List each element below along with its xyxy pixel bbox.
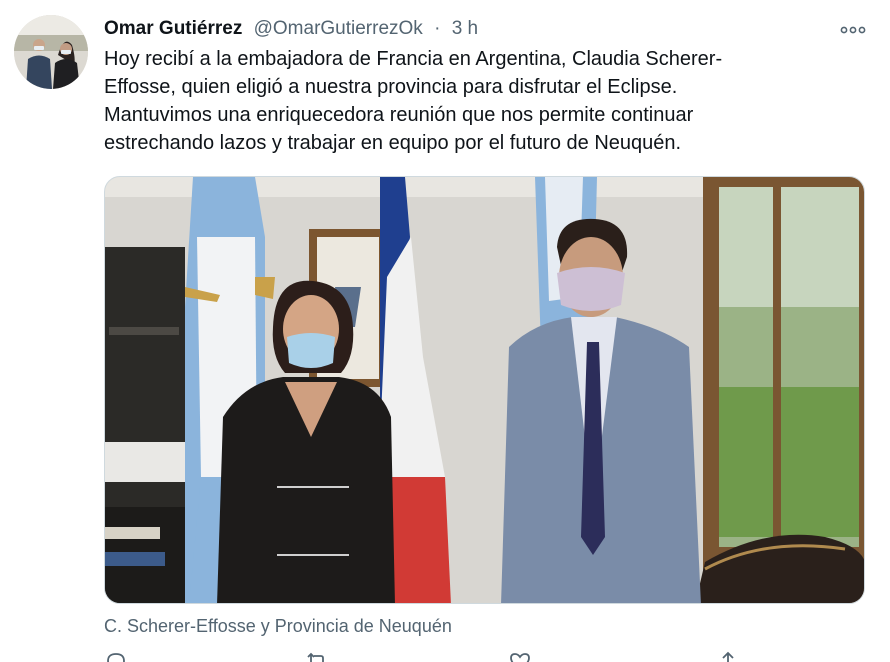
reply-button[interactable] <box>104 650 128 662</box>
author-handle[interactable]: @OmarGutierrezOk <box>254 18 423 39</box>
more-options-button[interactable] <box>838 18 868 42</box>
avatar-image <box>14 15 88 89</box>
tweet-text-line: Hoy recibí a la embajadora de Francia en… <box>104 48 723 70</box>
share-button[interactable] <box>716 650 740 662</box>
tweet-photo[interactable] <box>104 176 865 604</box>
retweet-button[interactable] <box>304 650 330 662</box>
tweet-text-line: Mantuvimos una enriquecedora reunión que… <box>104 104 694 126</box>
like-button[interactable] <box>508 650 532 662</box>
tweet-header: Omar Gutiérrez @OmarGutierrezOk · 3 h <box>104 14 478 44</box>
photo-image <box>105 177 864 603</box>
avatar[interactable] <box>14 15 88 89</box>
tweet-text: Hoy recibí a la embajadora de Francia en… <box>104 45 864 157</box>
tweet-text-line: estrechando lazos y trabajar en equipo p… <box>104 132 682 154</box>
tweet-text-line: Effosse, quien eligió a nuestra provinci… <box>104 76 678 98</box>
author-name[interactable]: Omar Gutiérrez <box>104 18 242 39</box>
heart-icon <box>510 653 530 662</box>
media-caption[interactable]: C. Scherer-Effosse y Provincia de Neuqué… <box>104 613 452 639</box>
more-horizontal-icon <box>840 26 866 34</box>
tweet-actions <box>104 650 804 662</box>
retweet-icon <box>307 652 324 662</box>
reply-icon <box>107 653 125 662</box>
tweet[interactable]: Omar Gutiérrez @OmarGutierrezOk · 3 h Ho… <box>0 0 890 662</box>
header-separator: · <box>434 18 441 39</box>
tweet-timestamp[interactable]: 3 h <box>452 18 478 39</box>
share-icon <box>722 651 734 662</box>
